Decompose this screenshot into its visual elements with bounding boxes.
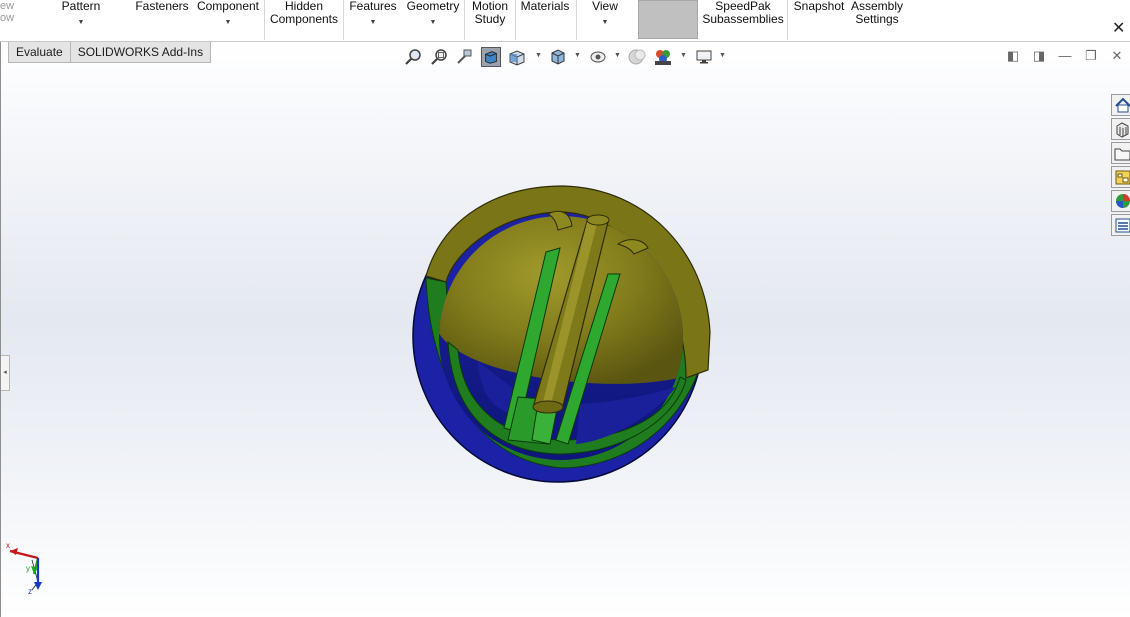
assembly-settings-button[interactable]: Assembly Settings bbox=[848, 0, 906, 40]
task-pane-view-palette-tab[interactable] bbox=[1111, 166, 1130, 188]
task-pane-file-explorer-tab[interactable] bbox=[1111, 142, 1130, 164]
view-orientation-icon[interactable] bbox=[507, 47, 527, 67]
geometry-button[interactable]: Geometry ▼ bbox=[404, 0, 462, 40]
component-button[interactable]: Component ▼ bbox=[195, 0, 261, 40]
chevron-down-icon[interactable]: ▼ bbox=[346, 16, 400, 29]
triad-z-label: z bbox=[28, 587, 32, 596]
pattern-button[interactable]: Pattern ▼ bbox=[55, 0, 107, 40]
command-manager-ribbon: ew ow Pattern ▼ Fasteners Component ▼ Hi… bbox=[0, 0, 1130, 42]
design-library-icon bbox=[1116, 122, 1129, 138]
ribbon-divider bbox=[264, 0, 265, 40]
chevron-down-icon[interactable]: ▼ bbox=[719, 52, 726, 59]
appearances-icon bbox=[1116, 194, 1130, 208]
chevron-down-icon[interactable]: ▼ bbox=[535, 52, 542, 59]
chevron-down-icon[interactable]: ▼ bbox=[195, 16, 261, 29]
home-icon bbox=[1115, 97, 1130, 113]
custom-properties-icon bbox=[1115, 218, 1130, 233]
features-button[interactable]: Features ▼ bbox=[346, 0, 400, 40]
minimize-icon[interactable]: — bbox=[1058, 49, 1072, 63]
partial-ribbon-label[interactable]: ew ow bbox=[0, 0, 14, 24]
triad-x-label: x bbox=[6, 541, 10, 550]
feature-manager-collapse-handle[interactable]: ◂ bbox=[1, 355, 10, 391]
section-view-icon[interactable] bbox=[481, 47, 501, 67]
command-manager-tabs: Evaluate SOLIDWORKS Add-Ins bbox=[8, 42, 212, 64]
ribbon-divider bbox=[343, 0, 344, 40]
motion-study-button[interactable]: Motion Study bbox=[466, 0, 514, 40]
ribbon-divider bbox=[515, 0, 516, 40]
chevron-down-icon[interactable]: ▼ bbox=[614, 52, 621, 59]
edit-appearance-icon[interactable] bbox=[627, 47, 647, 67]
task-pane-design-library-tab[interactable] bbox=[1111, 118, 1130, 140]
axis-triad: x y z bbox=[6, 541, 42, 596]
zoom-to-area-icon[interactable] bbox=[429, 47, 449, 67]
ribbon-divider bbox=[787, 0, 788, 40]
assembly-model[interactable] bbox=[408, 182, 714, 486]
materials-button[interactable]: Materials bbox=[517, 0, 573, 40]
ribbon-placeholder-block[interactable] bbox=[638, 0, 698, 39]
chevron-down-icon[interactable]: ▼ bbox=[574, 52, 581, 59]
view-settings-icon[interactable] bbox=[694, 47, 714, 67]
task-pane-custom-properties-tab[interactable] bbox=[1111, 214, 1130, 236]
view-palette-icon bbox=[1115, 170, 1130, 185]
ribbon-divider bbox=[576, 0, 577, 40]
hide-show-items-icon[interactable] bbox=[588, 47, 608, 67]
chevron-down-icon[interactable]: ▼ bbox=[680, 52, 687, 59]
chevron-down-icon[interactable]: ▼ bbox=[404, 16, 462, 29]
zoom-to-fit-icon[interactable] bbox=[403, 47, 423, 67]
chevron-down-icon[interactable]: ▼ bbox=[55, 16, 107, 29]
dock-left-icon[interactable]: ◧ bbox=[1006, 49, 1020, 63]
snapshot-button[interactable]: Snapshot bbox=[790, 0, 848, 40]
ribbon-divider bbox=[464, 0, 465, 40]
triad-y-label: y bbox=[26, 564, 30, 573]
close-icon[interactable]: ✕ bbox=[1110, 49, 1124, 63]
dock-right-icon[interactable]: ◨ bbox=[1032, 49, 1046, 63]
previous-view-icon[interactable] bbox=[455, 47, 475, 67]
task-pane-appearances-tab[interactable] bbox=[1111, 190, 1130, 212]
folder-icon bbox=[1114, 148, 1130, 161]
maximize-icon[interactable]: ❐ bbox=[1084, 49, 1098, 63]
hidden-components-button[interactable]: Hidden Components bbox=[266, 0, 342, 40]
view-button[interactable]: View ▼ bbox=[580, 0, 630, 40]
task-pane-home-tab[interactable] bbox=[1111, 94, 1130, 116]
tab-solidworks-add-ins[interactable]: SOLIDWORKS Add-Ins bbox=[70, 42, 212, 63]
speedpak-subassemblies-button[interactable]: SpeedPak Subassemblies bbox=[702, 0, 784, 40]
close-icon[interactable]: ✕ bbox=[1112, 18, 1125, 38]
tab-evaluate[interactable]: Evaluate bbox=[8, 42, 71, 63]
apply-scene-icon[interactable] bbox=[653, 47, 673, 67]
fasteners-button[interactable]: Fasteners bbox=[134, 0, 190, 40]
chevron-down-icon[interactable]: ▼ bbox=[580, 16, 630, 29]
display-style-icon[interactable] bbox=[548, 47, 568, 67]
